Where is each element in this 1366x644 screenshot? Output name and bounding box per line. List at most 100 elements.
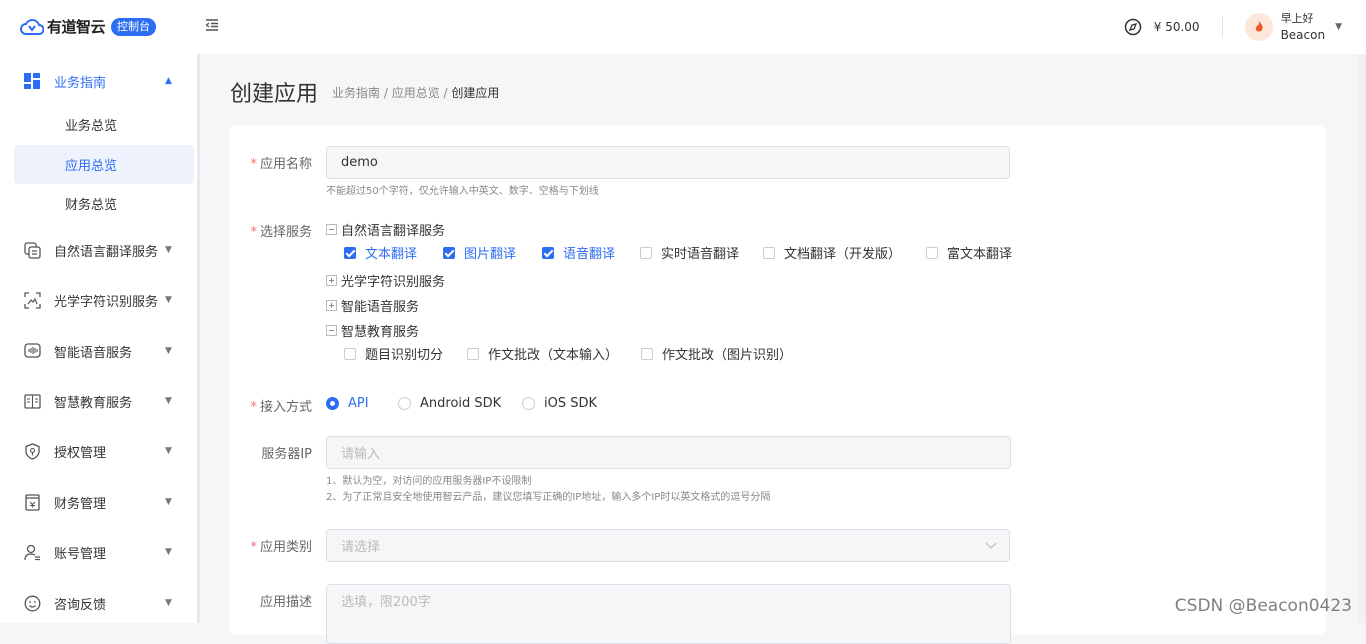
- shield-icon: [25, 443, 40, 460]
- chevron-down-icon: ▼: [165, 245, 172, 255]
- scan-icon: [24, 292, 41, 309]
- service-group-nlp[interactable]: 自然语言翻译服务: [326, 220, 445, 239]
- radio-button[interactable]: [522, 397, 535, 410]
- checkbox[interactable]: [542, 246, 554, 259]
- smile-icon: [24, 595, 41, 612]
- server-ip-label: 服务器IP: [261, 447, 312, 462]
- option-voice-translate[interactable]: 语音翻译: [542, 243, 640, 262]
- sidebar-item-feedback[interactable]: 咨询反馈 ▼: [0, 578, 200, 628]
- user-dropdown-icon[interactable]: ▼: [1335, 22, 1342, 32]
- access-radio-group: API Android SDK iOS SDK: [326, 396, 597, 411]
- top-header: 有道智云 控制台 ¥ 50.00 早上好 Beacon ▼: [0, 0, 1366, 54]
- greeting-text: 早上好: [1280, 12, 1314, 25]
- sidebar-item-education[interactable]: 智慧教育服务 ▼: [0, 376, 200, 426]
- expand-toggle-icon[interactable]: [326, 300, 337, 311]
- collapse-toggle-icon[interactable]: [326, 224, 337, 235]
- service-group-label: 智慧教育服务: [341, 325, 420, 340]
- page-title: 创建应用: [230, 82, 319, 107]
- book-icon: [24, 394, 41, 409]
- option-image-translate[interactable]: 图片翻译: [443, 243, 542, 262]
- breadcrumb-separator: /: [380, 86, 392, 100]
- chevron-up-icon: ▲: [165, 76, 172, 86]
- option-essay-correction-image[interactable]: 作文批改（图片识别）: [641, 344, 792, 363]
- breadcrumb: 业务指南 / 应用总览 / 创建应用: [332, 84, 499, 101]
- username: Beacon: [1280, 28, 1326, 42]
- category-select[interactable]: 请选择: [326, 529, 1010, 562]
- service-group-voice[interactable]: 智能语音服务: [326, 296, 419, 315]
- radio-button[interactable]: [398, 397, 411, 410]
- create-app-form: * 应用名称 demo 不能超过50个字符，仅允许输入中英文、数字、空格与下划线 …: [230, 125, 1326, 644]
- description-label: 应用描述: [259, 595, 312, 610]
- chevron-down-icon: [985, 542, 997, 549]
- divider: [1221, 16, 1223, 38]
- sidebar-menu-label: 智能语音服务: [54, 345, 133, 361]
- user-icon: [24, 544, 40, 561]
- sidebar-item-finance[interactable]: 财务管理 ▼: [0, 477, 200, 527]
- collapse-menu-icon[interactable]: [205, 18, 219, 36]
- sidebar-item-app-overview[interactable]: 应用总览: [14, 145, 194, 184]
- radio-api[interactable]: API: [326, 396, 398, 411]
- header-right: ¥ 50.00 早上好 Beacon ▼: [1124, 0, 1342, 54]
- checkbox[interactable]: [344, 347, 356, 360]
- sidebar-item-authorization[interactable]: 授权管理 ▼: [0, 426, 200, 476]
- option-essay-correction-text[interactable]: 作文批改（文本输入）: [467, 344, 641, 363]
- expand-toggle-icon[interactable]: [326, 275, 337, 286]
- avatar-flame-icon: [1255, 21, 1263, 32]
- collapse-toggle-icon[interactable]: [326, 325, 337, 336]
- checkbox[interactable]: [467, 347, 479, 360]
- dashboard-icon: [24, 73, 40, 89]
- avatar[interactable]: [1244, 13, 1273, 41]
- server-ip-hint-1: 1、默认为空，对访问的应用服务器IP不设限制: [326, 476, 532, 487]
- server-ip-hint-2: 2、为了正常且安全地使用智云产品，建议您填写正确的IP地址，输入多个IP时以英文…: [326, 492, 771, 503]
- sidebar-menu-label: 光学字符识别服务: [54, 294, 159, 310]
- checkbox[interactable]: [640, 246, 652, 259]
- sidebar-item-business-overview[interactable]: 业务总览: [14, 105, 194, 144]
- sidebar-item-account[interactable]: 账号管理 ▼: [0, 527, 200, 577]
- education-options: 题目识别切分 作文批改（文本输入） 作文批改（图片识别）: [344, 344, 792, 363]
- sidebar-item-nlp[interactable]: 自然语言翻译服务 ▼: [0, 225, 200, 275]
- logo[interactable]: 有道智云 控制台: [20, 16, 157, 37]
- service-group-ocr[interactable]: 光学字符识别服务: [326, 271, 445, 290]
- service-group-label: 智能语音服务: [341, 300, 420, 315]
- scrollbar[interactable]: [1358, 54, 1366, 623]
- sidebar-group-business-guide[interactable]: 业务指南 ▲: [0, 56, 200, 106]
- service-group-label: 自然语言翻译服务: [341, 224, 446, 239]
- translate-icon: [24, 242, 41, 259]
- nlp-options: 文本翻译 图片翻译 语音翻译 实时语音翻译 文档翻译（开发版） 富文本翻译: [344, 243, 1012, 262]
- breadcrumb-separator: /: [439, 86, 452, 100]
- breadcrumb-link[interactable]: 应用总览: [392, 86, 440, 100]
- sidebar-item-ocr[interactable]: 光学字符识别服务 ▼: [0, 275, 200, 325]
- app-name-label: * 应用名称: [250, 157, 312, 172]
- checkbox[interactable]: [763, 246, 775, 259]
- radio-android-sdk[interactable]: Android SDK: [398, 396, 522, 411]
- service-label: * 选择服务: [250, 225, 312, 240]
- checkbox[interactable]: [926, 246, 938, 259]
- chevron-down-icon: ▼: [165, 346, 172, 356]
- sidebar-menu-label: 智慧教育服务: [54, 395, 133, 411]
- balance[interactable]: ¥ 50.00: [1154, 20, 1200, 34]
- server-ip-input[interactable]: 请输入: [326, 436, 1011, 469]
- user-greeting[interactable]: 早上好 Beacon: [1281, 11, 1326, 43]
- option-document-translate[interactable]: 文档翻译（开发版）: [763, 243, 926, 262]
- checkbox[interactable]: [344, 246, 356, 259]
- sidebar-item-voice[interactable]: 智能语音服务 ▼: [0, 326, 200, 376]
- checkbox[interactable]: [641, 347, 653, 360]
- breadcrumb-link[interactable]: 业务指南: [332, 86, 380, 100]
- radio-button[interactable]: [326, 397, 339, 410]
- option-question-segmentation[interactable]: 题目识别切分: [344, 344, 467, 363]
- option-realtime-voice-translate[interactable]: 实时语音翻译: [640, 243, 763, 262]
- sidebar-item-finance-overview[interactable]: 财务总览: [14, 184, 194, 223]
- option-richtext-translate[interactable]: 富文本翻译: [926, 243, 1012, 262]
- logo-text: 有道智云: [47, 18, 106, 36]
- service-group-education[interactable]: 智慧教育服务: [326, 321, 419, 340]
- compass-icon[interactable]: [1124, 18, 1142, 36]
- breadcrumb-current: 创建应用: [451, 86, 500, 100]
- sidebar: 业务指南 ▲ 业务总览 应用总览 财务总览 自然语言翻译服务 ▼ 光学字符识别服…: [0, 54, 200, 623]
- radio-ios-sdk[interactable]: iOS SDK: [522, 396, 597, 411]
- option-text-translate[interactable]: 文本翻译: [344, 243, 443, 262]
- app-name-input[interactable]: demo: [326, 146, 1010, 179]
- checkbox[interactable]: [443, 246, 455, 259]
- chevron-down-icon: ▼: [165, 497, 172, 507]
- sidebar-menu-label: 账号管理: [54, 546, 107, 562]
- description-textarea[interactable]: 选填，限200字: [326, 584, 1011, 644]
